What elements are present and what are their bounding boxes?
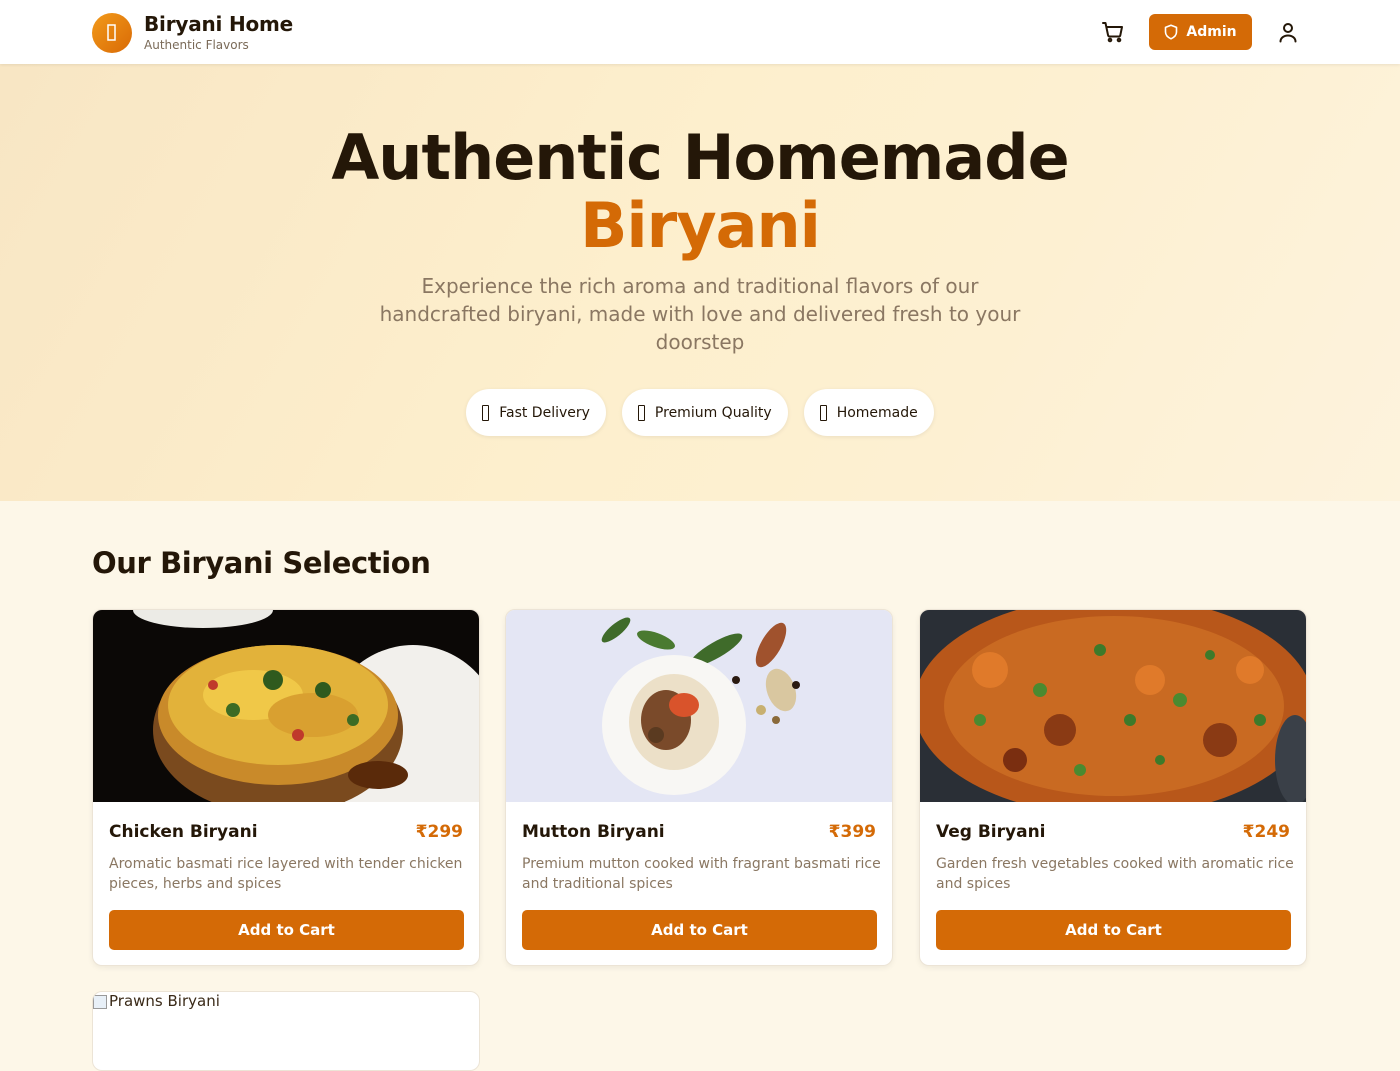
product-price: ₹399 (828, 822, 876, 842)
brand-title: Biryani Home (144, 12, 294, 36)
image-alt-text: Prawns Biryani (109, 992, 220, 1010)
feature-pill-homemade: Homemade (803, 389, 934, 436)
hero-section: Authentic Homemade Biryani Experience th… (0, 64, 1400, 501)
top-navbar: Biryani Home Authentic Flavors Admin (0, 0, 1400, 64)
admin-button-label: Admin (1186, 24, 1237, 40)
user-icon (1279, 23, 1297, 43)
leaf-icon (92, 12, 132, 53)
add-to-cart-button[interactable]: Add to Cart (109, 910, 464, 950)
feature-pills: Fast Delivery Premium Quality Homemade (0, 389, 1400, 436)
brand[interactable]: Biryani Home Authentic Flavors (92, 12, 293, 53)
brand-subtitle: Authentic Flavors (144, 38, 249, 52)
chicken-biryani-image (93, 610, 479, 802)
feature-pill-label: Homemade (836, 404, 918, 421)
feature-pill-fast-delivery: Fast Delivery (466, 389, 606, 436)
admin-button[interactable]: Admin (1149, 14, 1252, 50)
veg-biryani-image (920, 610, 1306, 802)
feature-pill-label: Premium Quality (654, 404, 772, 421)
product-name: Mutton Biryani (522, 822, 665, 842)
mutton-biryani-image (506, 610, 892, 802)
product-card-prawns-biryani: Prawns Biryani (92, 991, 480, 1071)
product-name: Veg Biryani (936, 822, 1046, 842)
product-card-veg-biryani: Veg Biryani ₹249 Garden fresh vegetables… (919, 609, 1307, 966)
home-icon (819, 404, 827, 421)
product-description: Premium mutton cooked with fragrant basm… (522, 856, 881, 892)
product-description: Aromatic basmati rice layered with tende… (109, 856, 463, 892)
product-description: Garden fresh vegetables cooked with arom… (936, 856, 1294, 892)
add-to-cart-button[interactable]: Add to Cart (936, 910, 1291, 950)
star-icon (637, 404, 645, 421)
feature-pill-premium-quality: Premium Quality (621, 389, 788, 436)
product-price: ₹249 (1242, 822, 1290, 842)
truck-icon (482, 404, 490, 421)
broken-image-icon (93, 995, 107, 1009)
product-price: ₹299 (415, 822, 463, 842)
cart-button[interactable] (1099, 18, 1127, 46)
product-card-mutton-biryani: Mutton Biryani ₹399 Premium mutton cooke… (505, 609, 893, 966)
section-title: Our Biryani Selection (92, 546, 431, 580)
hero-title: Authentic Homemade (331, 121, 1069, 194)
user-account-button[interactable] (1274, 18, 1302, 46)
product-name: Chicken Biryani (109, 822, 258, 842)
hero-title-accent: Biryani (580, 189, 821, 262)
add-to-cart-button[interactable]: Add to Cart (522, 910, 877, 950)
cart-icon (1102, 22, 1123, 43)
feature-pill-label: Fast Delivery (499, 404, 590, 421)
shield-icon (1164, 24, 1178, 40)
hero-description: Experience the rich aroma and traditiona… (379, 274, 1021, 354)
product-card-chicken-biryani: Chicken Biryani ₹299 Aromatic basmati ri… (92, 609, 480, 966)
prawns-biryani-image: Prawns Biryani (93, 992, 220, 1010)
